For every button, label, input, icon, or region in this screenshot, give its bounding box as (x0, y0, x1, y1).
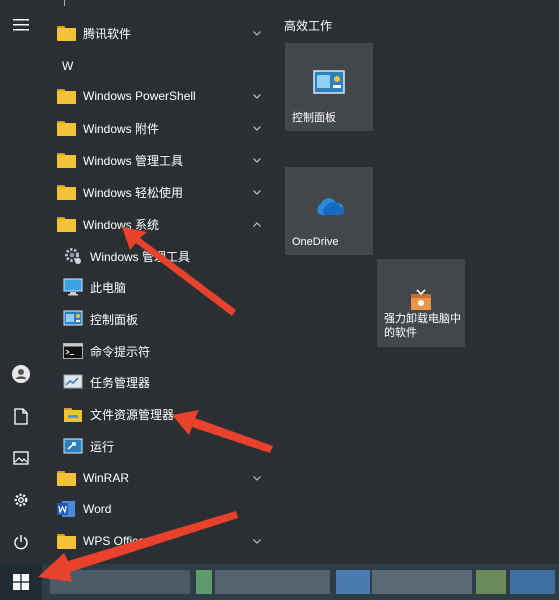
app-word[interactable]: Word (42, 493, 272, 525)
chevron-down-icon (252, 28, 262, 38)
app-task-manager[interactable]: 任务管理器 (42, 366, 272, 398)
app-admin-tools-label: Windows 管理工具 (90, 249, 191, 264)
taskbar-blurred-area (50, 570, 190, 594)
taskbar-blurred-area (196, 570, 212, 594)
tile-group-title[interactable]: 高效工作 (284, 17, 332, 34)
uninstaller-box-icon (405, 285, 437, 313)
documents-icon[interactable] (6, 401, 36, 431)
folder-admin-tools-label: Windows 管理工具 (83, 153, 184, 168)
taskbar-blurred-area (215, 570, 330, 594)
folder-icon (56, 150, 76, 170)
admin-tools-gear-icon (63, 246, 83, 266)
folder-ease-label: Windows 轻松使用 (83, 185, 184, 200)
folder-windows-admin-tools[interactable]: Windows 管理工具 (42, 144, 272, 176)
app-list: 腾讯软件 W Windows PowerShell Windows 附件 Win… (42, 0, 272, 564)
taskbar-blurred-area (510, 570, 555, 594)
app-file-explorer-label: 文件资源管理器 (90, 407, 175, 422)
chevron-down-icon (252, 187, 262, 197)
task-manager-icon (63, 372, 83, 392)
app-command-prompt[interactable]: 命令提示符 (42, 335, 272, 367)
app-control-panel-label: 控制面板 (90, 312, 139, 327)
folder-accessories-label: Windows 附件 (83, 121, 160, 136)
file-explorer-folder-icon (63, 404, 83, 424)
folder-icon (56, 182, 76, 202)
chevron-down-icon (252, 536, 262, 546)
chevron-up-icon (252, 219, 262, 229)
app-this-pc-label: 此电脑 (90, 280, 127, 295)
folder-windows-ease-of-access[interactable]: Windows 轻松使用 (42, 176, 272, 208)
control-panel-icon (313, 69, 345, 97)
power-icon[interactable] (6, 527, 36, 557)
scroll-indicator (64, 0, 65, 6)
folder-icon (56, 118, 76, 138)
folder-tencent-label: 腾讯软件 (83, 26, 132, 41)
chevron-down-icon (252, 473, 262, 483)
computer-monitor-icon (63, 277, 83, 297)
tile-onedrive[interactable]: OneDrive (285, 167, 373, 255)
taskbar-blurred-area (336, 570, 370, 594)
app-control-panel[interactable]: 控制面板 (42, 303, 272, 335)
app-task-manager-label: 任务管理器 (90, 375, 151, 390)
app-run[interactable]: 运行 (42, 430, 272, 462)
user-account-icon[interactable] (6, 359, 36, 389)
folder-icon (56, 531, 76, 551)
start-rail (0, 0, 42, 564)
taskbar (0, 564, 559, 600)
tile-uninstaller-label-2: 的软件 (384, 327, 417, 339)
chevron-down-icon (252, 91, 262, 101)
folder-wps-label: WPS Office (83, 534, 145, 548)
hamburger-menu-icon[interactable] (6, 10, 36, 40)
folder-icon (56, 468, 76, 488)
app-file-explorer[interactable]: 文件资源管理器 (42, 398, 272, 430)
app-run-label: 运行 (90, 439, 115, 454)
control-panel-icon (63, 309, 83, 329)
chevron-down-icon (252, 123, 262, 133)
tile-control-panel[interactable]: 控制面板 (285, 43, 373, 131)
folder-icon (56, 214, 76, 234)
folder-system-label: Windows 系统 (83, 217, 160, 232)
folder-windows-powershell[interactable]: Windows PowerShell (42, 80, 272, 112)
start-button[interactable] (0, 564, 42, 600)
onedrive-cloud-icon (313, 193, 345, 221)
command-prompt-icon (63, 341, 83, 361)
folder-icon (56, 86, 76, 106)
folder-windows-accessories[interactable]: Windows 附件 (42, 112, 272, 144)
run-dialog-icon (63, 436, 83, 456)
windows-logo-icon (13, 574, 29, 590)
app-command-prompt-label: 命令提示符 (90, 344, 151, 359)
app-this-pc[interactable]: 此电脑 (42, 271, 272, 303)
folder-powershell-label: Windows PowerShell (83, 89, 196, 103)
taskbar-blurred-area (476, 570, 506, 594)
folder-windows-system[interactable]: Windows 系统 (42, 208, 272, 240)
folder-winrar[interactable]: WinRAR (42, 462, 272, 494)
word-icon (56, 499, 76, 519)
app-windows-admin-tools[interactable]: Windows 管理工具 (42, 240, 272, 272)
taskbar-blurred-area (372, 570, 472, 594)
chevron-down-icon (252, 155, 262, 165)
pictures-icon[interactable] (6, 443, 36, 473)
settings-gear-icon[interactable] (6, 485, 36, 515)
tile-control-panel-label: 控制面板 (292, 112, 336, 124)
app-word-label: Word (83, 502, 112, 516)
tile-uninstaller-label-1: 强力卸载电脑中 (384, 313, 461, 325)
folder-tencent[interactable]: 腾讯软件 (42, 17, 272, 49)
folder-icon (56, 23, 76, 43)
tile-onedrive-label: OneDrive (292, 236, 339, 248)
folder-winrar-label: WinRAR (83, 471, 130, 485)
tile-uninstaller[interactable]: 强力卸载电脑中 的软件 (377, 259, 465, 347)
folder-wps-office[interactable]: WPS Office (42, 525, 272, 557)
letter-header-w[interactable]: W (62, 59, 73, 73)
